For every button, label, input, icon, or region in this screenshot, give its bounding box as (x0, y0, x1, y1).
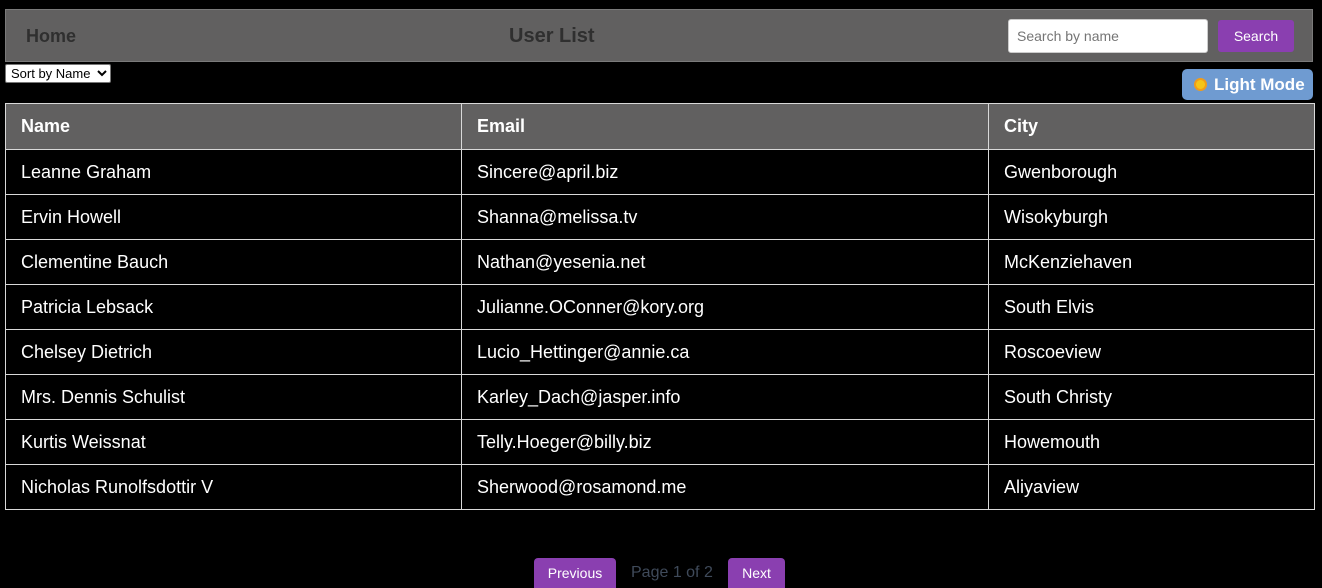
cell-city: Roscoeview (988, 329, 1315, 375)
search-input[interactable] (1008, 19, 1208, 53)
cell-city: Aliyaview (988, 464, 1315, 510)
cell-email: Julianne.OConner@kory.org (461, 284, 989, 330)
previous-button[interactable]: Previous (534, 558, 616, 588)
search-button[interactable]: Search (1218, 20, 1294, 52)
cell-name: Patricia Lebsack (5, 284, 462, 330)
cell-city: Wisokyburgh (988, 194, 1315, 240)
column-header-name[interactable]: Name (5, 103, 462, 150)
cell-name: Nicholas Runolfsdottir V (5, 464, 462, 510)
cell-email: Sincere@april.biz (461, 149, 989, 195)
light-mode-label: Light Mode (1214, 74, 1305, 94)
sort-select[interactable]: Sort by Name (5, 64, 111, 83)
cell-name: Kurtis Weissnat (5, 419, 462, 465)
table-row: Chelsey Dietrich Lucio_Hettinger@annie.ca… (5, 329, 1315, 375)
light-mode-toggle[interactable]: Light Mode (1182, 69, 1313, 100)
table-row: Clementine Bauch Nathan@yesenia.net McKenz… (5, 239, 1315, 285)
cell-city: Gwenborough (988, 149, 1315, 195)
cell-name: Mrs. Dennis Schulist (5, 374, 462, 420)
cell-name: Leanne Graham (5, 149, 462, 195)
cell-email: Karley_Dach@jasper.info (461, 374, 989, 420)
cell-name: Ervin Howell (5, 194, 462, 240)
cell-name: Clementine Bauch (5, 239, 462, 285)
table-row: Kurtis Weissnat Telly.Hoeger@billy.biz How… (5, 419, 1315, 465)
cell-email: Shanna@melissa.tv (461, 194, 989, 240)
table-row: Patricia Lebsack Julianne.OConner@kory.or… (5, 284, 1315, 330)
table-body: Leanne Graham Sincere@april.biz Gwenboroug… (5, 149, 1315, 510)
next-button[interactable]: Next (728, 558, 785, 588)
pagination: Previous Page 1 of 2 Next (0, 558, 1322, 588)
cell-city: South Elvis (988, 284, 1315, 330)
page-info: Page 1 of 2 (631, 564, 713, 581)
table-row: Leanne Graham Sincere@april.biz Gwenboroug… (5, 149, 1315, 195)
cell-email: Telly.Hoeger@billy.biz (461, 419, 989, 465)
cell-name: Chelsey Dietrich (5, 329, 462, 375)
page-title: User List (509, 25, 595, 47)
cell-city: McKenziehaven (988, 239, 1315, 285)
column-header-email[interactable]: Email (461, 103, 989, 150)
sun-icon (1194, 78, 1207, 91)
table-row: Mrs. Dennis Schulist Karley_Dach@jasper.i… (5, 374, 1315, 420)
cell-city: South Christy (988, 374, 1315, 420)
table-row: Nicholas Runolfsdottir V Sherwood@rosamon… (5, 464, 1315, 510)
table-row: Ervin Howell Shanna@melissa.tv Wisokyburgh (5, 194, 1315, 240)
column-header-city[interactable]: City (988, 103, 1315, 150)
cell-email: Lucio_Hettinger@annie.ca (461, 329, 989, 375)
table-header-row: Name Email City (5, 103, 1315, 150)
home-link[interactable]: Home (26, 26, 76, 47)
top-navbar: Home User List Search (5, 9, 1313, 62)
cell-email: Sherwood@rosamond.me (461, 464, 989, 510)
cell-city: Howemouth (988, 419, 1315, 465)
cell-email: Nathan@yesenia.net (461, 239, 989, 285)
user-table: Name Email City Leanne Graham Sincere@apr… (5, 103, 1315, 510)
